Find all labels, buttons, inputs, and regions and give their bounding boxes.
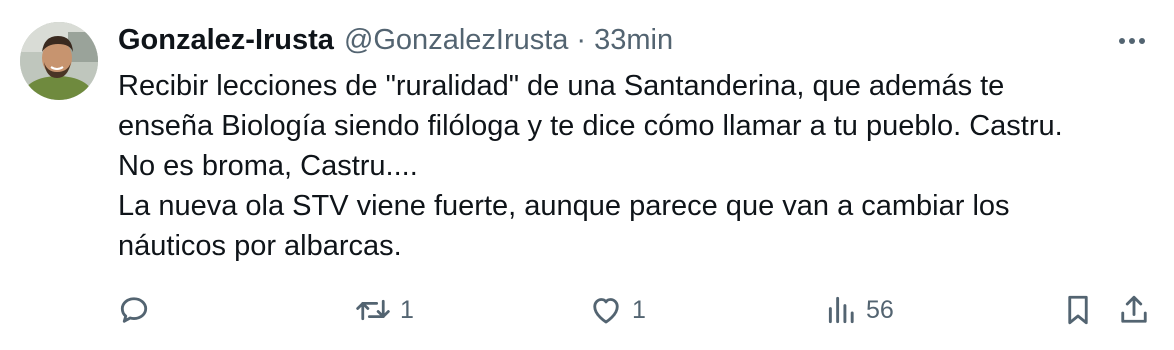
tweet-timestamp[interactable]: 33min	[594, 20, 673, 60]
like-count: 1	[632, 295, 646, 324]
views-icon	[828, 296, 854, 324]
bookmark-icon	[1068, 295, 1088, 325]
tweet-text-line: náuticos por albarcas.	[118, 230, 402, 262]
tweet-text-line: La nueva ola STV viene fuerte, aunque pa…	[118, 190, 1010, 222]
reply-icon	[120, 297, 148, 323]
tweet-text-line: No es broma, Castru....	[118, 150, 418, 182]
tweet-header: Gonzalez-Irusta @GonzalezIrusta · 33min	[118, 20, 673, 60]
more-icon	[1119, 38, 1145, 44]
retweet-button[interactable]: 1	[354, 288, 414, 332]
like-button[interactable]: 1	[588, 288, 646, 332]
share-icon	[1121, 295, 1147, 323]
views-button[interactable]: 56	[826, 288, 894, 332]
author-handle[interactable]: @GonzalezIrusta	[344, 20, 568, 60]
heart-icon	[593, 298, 619, 324]
avatar-image	[20, 22, 98, 100]
reply-button[interactable]	[116, 288, 152, 332]
header-separator: ·	[576, 24, 587, 56]
tweet-text-line: enseña Biología siendo filóloga y te dic…	[118, 110, 1063, 142]
retweet-icon	[356, 299, 390, 321]
avatar[interactable]	[20, 22, 98, 100]
action-bar: 1 1 56	[0, 288, 1174, 332]
tweet-card: Gonzalez-Irusta @GonzalezIrusta · 33min …	[0, 0, 1174, 350]
bookmark-button[interactable]	[1060, 288, 1096, 332]
more-options-button[interactable]	[1114, 26, 1150, 56]
author-name[interactable]: Gonzalez-Irusta	[118, 20, 334, 60]
tweet-text-line: Recibir lecciones de "ruralidad" de una …	[118, 70, 1005, 102]
share-button[interactable]	[1116, 288, 1152, 332]
tweet-text: Recibir lecciones de "ruralidad" de una …	[118, 66, 1138, 266]
retweet-count: 1	[400, 295, 414, 324]
views-count: 56	[866, 295, 894, 324]
